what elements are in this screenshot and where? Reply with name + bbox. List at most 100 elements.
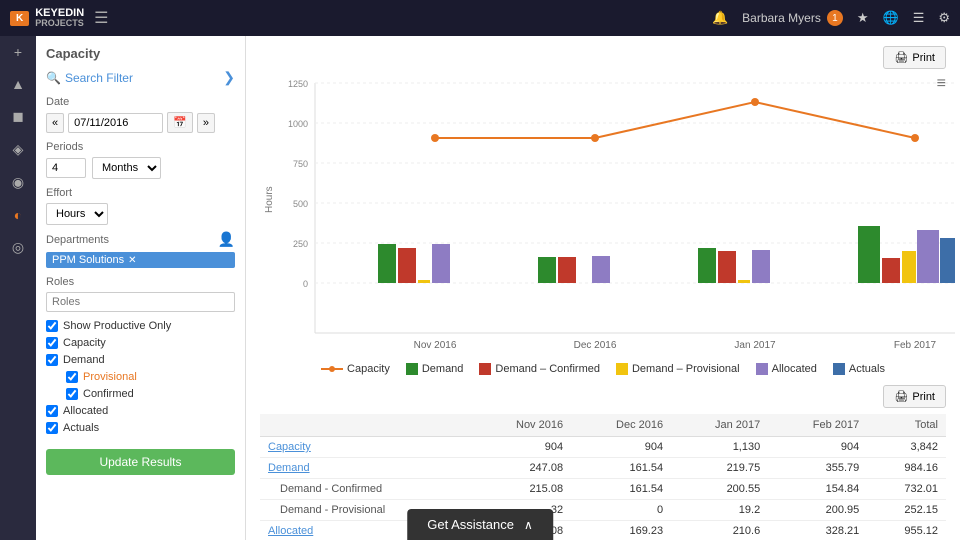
provisional-checkbox[interactable] bbox=[66, 371, 78, 383]
row-label-demand: Demand bbox=[260, 458, 471, 479]
cell-dp-feb: 200.95 bbox=[768, 500, 867, 521]
chart-legend: Capacity Demand Demand – Confirmed Deman… bbox=[260, 363, 946, 375]
effort-row: Hours Days bbox=[46, 203, 235, 225]
date-next-button[interactable]: » bbox=[197, 113, 215, 133]
date-input[interactable] bbox=[68, 113, 163, 133]
globe-icon[interactable]: 🌐 bbox=[883, 10, 899, 26]
data-table-section: 🖨 Print Nov 2016 Dec 2016 Jan 2017 Feb 2… bbox=[260, 385, 946, 540]
legend-demand: Demand bbox=[406, 363, 464, 375]
allocated-checkbox[interactable] bbox=[46, 405, 58, 417]
cell-dp-jan: 19.2 bbox=[671, 500, 768, 521]
printer-icon: 🖨 bbox=[894, 51, 908, 64]
capacity-label: Capacity bbox=[63, 337, 106, 349]
hamburger-icon[interactable]: ☰ bbox=[94, 8, 108, 28]
effort-unit-select[interactable]: Hours Days bbox=[46, 203, 108, 225]
legend-allocated-label: Allocated bbox=[772, 363, 817, 375]
chart-print-button[interactable]: 🖨 Print bbox=[883, 46, 946, 69]
svg-text:1250: 1250 bbox=[288, 79, 308, 89]
roles-label: Roles bbox=[46, 276, 235, 288]
date-row: « 📅 » bbox=[46, 112, 235, 133]
legend-demand-provisional-label: Demand – Provisional bbox=[632, 363, 740, 375]
confirmed-label: Confirmed bbox=[83, 388, 134, 400]
show-productive-only-checkbox[interactable] bbox=[46, 320, 58, 332]
allocated-label: Allocated bbox=[63, 405, 108, 417]
left-icon-bar: + ▲ ◼ ◈ ◉ ◐ ◎ bbox=[0, 36, 36, 540]
grid-icon[interactable]: ☰ bbox=[913, 10, 925, 26]
update-results-button[interactable]: Update Results bbox=[46, 449, 235, 475]
col-header-total: Total bbox=[867, 414, 946, 437]
allocated-row: Allocated bbox=[46, 405, 235, 417]
cell-dc-total: 732.01 bbox=[867, 479, 946, 500]
date-prev-button[interactable]: « bbox=[46, 113, 64, 133]
periods-unit-select[interactable]: Months Weeks bbox=[92, 157, 161, 179]
col-header-feb: Feb 2017 bbox=[768, 414, 867, 437]
tool-icon[interactable]: ◈ bbox=[13, 141, 24, 158]
periods-input[interactable] bbox=[46, 158, 86, 178]
allocated-link[interactable]: Allocated bbox=[268, 525, 313, 537]
assistance-label: Get Assistance bbox=[427, 517, 514, 532]
content-area: 🖨 Print ≡ Hours 1250 1000 750 bbox=[246, 36, 960, 540]
logo-icon: K bbox=[10, 11, 29, 26]
confirmed-checkbox[interactable] bbox=[66, 388, 78, 400]
add-icon[interactable]: + bbox=[14, 44, 22, 60]
search-filter-row: 🔍 Search Filter ❯ bbox=[46, 69, 235, 86]
search-icon-small: 🔍 bbox=[46, 71, 61, 85]
cell-dp-total: 252.15 bbox=[867, 500, 946, 521]
cell-dp-dec: 0 bbox=[571, 500, 671, 521]
panel-title: Capacity bbox=[46, 46, 235, 61]
periods-row: Months Weeks bbox=[46, 157, 235, 179]
svg-text:750: 750 bbox=[293, 159, 308, 169]
remove-department-button[interactable]: ✕ bbox=[128, 255, 136, 266]
add-department-icon[interactable]: 👤 bbox=[218, 231, 235, 248]
cell-dc-jan: 200.55 bbox=[671, 479, 768, 500]
get-assistance-bar[interactable]: Get Assistance ∧ bbox=[407, 509, 553, 540]
calendar-button[interactable]: 📅 bbox=[167, 112, 193, 133]
capacity-link[interactable]: Capacity bbox=[268, 441, 311, 453]
table-print-button[interactable]: 🖨 Print bbox=[883, 385, 946, 408]
username-label: Barbara Myers bbox=[742, 11, 821, 25]
cell-alloc-dec: 169.23 bbox=[571, 521, 671, 540]
departments-row: Departments 👤 bbox=[46, 231, 235, 248]
cell-demand-dec: 161.54 bbox=[571, 458, 671, 479]
table-header-row: Nov 2016 Dec 2016 Jan 2017 Feb 2017 Tota… bbox=[260, 414, 946, 437]
col-header-jan: Jan 2017 bbox=[671, 414, 768, 437]
svg-text:500: 500 bbox=[293, 199, 308, 209]
actuals-label: Actuals bbox=[63, 422, 99, 434]
favorites-icon[interactable]: ★ bbox=[857, 10, 869, 26]
demand-link[interactable]: Demand bbox=[268, 462, 310, 474]
settings-icon[interactable]: ⚙ bbox=[938, 10, 950, 26]
chart-menu-icon[interactable]: ≡ bbox=[937, 75, 946, 93]
cell-capacity-jan: 1,130 bbox=[671, 437, 768, 458]
assistance-caret-icon: ∧ bbox=[524, 518, 533, 532]
search-icon[interactable]: ◎ bbox=[12, 239, 24, 256]
group-icon[interactable]: ◉ bbox=[12, 174, 24, 191]
capacity-checkbox[interactable] bbox=[46, 337, 58, 349]
search-filter[interactable]: 🔍 Search Filter bbox=[46, 71, 133, 85]
table-row: Demand - Confirmed 215.08 161.54 200.55 … bbox=[260, 479, 946, 500]
cell-demand-nov: 247.08 bbox=[471, 458, 571, 479]
clipboard-icon[interactable]: ◼ bbox=[12, 108, 24, 125]
cell-dc-dec: 161.54 bbox=[571, 479, 671, 500]
capacity-chart: Hours 1250 1000 750 500 250 0 Nov 201 bbox=[260, 73, 960, 353]
cell-capacity-feb: 904 bbox=[768, 437, 867, 458]
svg-text:0: 0 bbox=[303, 279, 308, 289]
actuals-row: Actuals bbox=[46, 422, 235, 434]
demand-checkbox[interactable] bbox=[46, 354, 58, 366]
legend-capacity: Capacity bbox=[321, 363, 390, 375]
table-row: Capacity 904 904 1,130 904 3,842 bbox=[260, 437, 946, 458]
legend-actuals: Actuals bbox=[833, 363, 885, 375]
chart-icon[interactable]: ◐ bbox=[14, 207, 22, 223]
user-info: Barbara Myers 1 bbox=[742, 10, 843, 26]
table-print-row: 🖨 Print bbox=[260, 385, 946, 408]
notification-icon[interactable]: 🔔 bbox=[712, 10, 728, 26]
legend-demand-confirmed: Demand – Confirmed bbox=[479, 363, 600, 375]
collapse-arrow[interactable]: ❯ bbox=[223, 69, 235, 86]
legend-actuals-icon bbox=[833, 363, 845, 375]
actuals-checkbox[interactable] bbox=[46, 422, 58, 434]
user-icon[interactable]: ▲ bbox=[11, 76, 25, 92]
departments-label: Departments bbox=[46, 234, 109, 246]
table-row: Demand 247.08 161.54 219.75 355.79 984.1… bbox=[260, 458, 946, 479]
roles-input[interactable] bbox=[46, 292, 235, 312]
legend-demand-provisional-icon bbox=[616, 363, 628, 375]
cell-dc-nov: 215.08 bbox=[471, 479, 571, 500]
